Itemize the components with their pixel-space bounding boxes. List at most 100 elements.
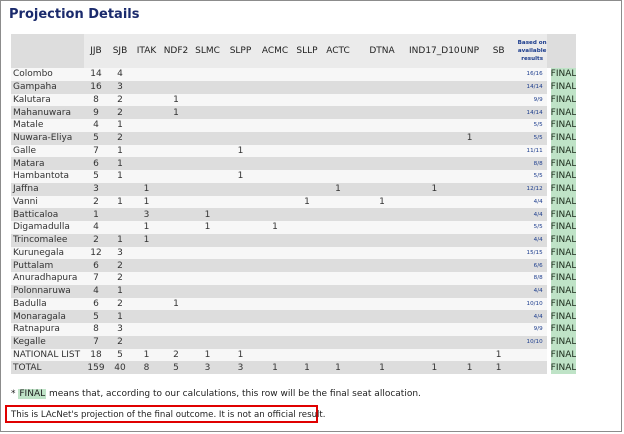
final-badge: FINAL — [546, 119, 577, 132]
seat-count-cell — [321, 106, 355, 119]
final-badge: FINAL — [546, 259, 577, 272]
seat-count-cell — [479, 195, 518, 209]
seat-count-cell — [293, 246, 321, 260]
seat-count-cell — [293, 93, 321, 107]
final-badge: FINAL — [546, 272, 577, 285]
seat-count-cell — [409, 233, 460, 247]
seat-count-cell — [191, 233, 224, 247]
seat-count-cell — [479, 259, 518, 272]
based-on-cell: 16/16 — [517, 68, 547, 81]
seat-count-cell — [132, 80, 161, 94]
seat-count-cell — [355, 259, 409, 272]
seat-count-cell — [161, 272, 191, 285]
district-name: Digamadulla — [11, 221, 84, 234]
column-header: JJB — [84, 34, 108, 68]
seat-count-cell — [459, 233, 480, 247]
seat-count-cell: 1 — [132, 182, 161, 196]
seat-count-cell — [409, 246, 460, 260]
seat-count-cell — [191, 106, 224, 119]
seat-count-cell — [161, 195, 191, 209]
seat-count-cell — [355, 310, 409, 323]
seat-count-cell: 1 — [479, 348, 518, 362]
final-badge: FINAL — [546, 93, 577, 107]
table-row: Kalutara 8 2 1 9/9 FINAL — [11, 93, 577, 107]
seat-count-cell: 3 — [108, 246, 132, 260]
seat-count-cell — [257, 259, 293, 272]
table-row: Kegalle 7 2 10/10 FINAL — [11, 335, 577, 349]
seat-count-cell: 1 — [224, 348, 257, 362]
seat-count-cell: 2 — [108, 93, 132, 107]
seat-count-cell — [161, 246, 191, 260]
seat-count-cell — [459, 246, 480, 260]
seat-count-cell — [459, 195, 480, 209]
district-name: Vanni — [11, 195, 84, 209]
seat-count-cell — [355, 131, 409, 145]
seat-count-cell — [321, 157, 355, 170]
page-title: Projection Details — [9, 7, 140, 22]
seat-count-cell: 1 — [108, 195, 132, 209]
final-badge: FINAL — [546, 80, 577, 94]
seat-count-cell — [161, 259, 191, 272]
seat-count-cell — [321, 297, 355, 311]
seat-count-cell — [409, 272, 460, 285]
seat-count-cell — [409, 323, 460, 336]
seat-count-cell: 1 — [409, 182, 460, 196]
seat-count-cell — [257, 68, 293, 81]
district-name: Ratnapura — [11, 323, 84, 336]
seat-count-cell: 7 — [84, 272, 108, 285]
seat-count-cell — [161, 208, 191, 221]
seat-count-cell — [257, 310, 293, 323]
disclaimer-box: This is LAcNet's projection of the final… — [5, 405, 326, 423]
seat-count-cell: 1 — [321, 361, 355, 374]
projection-table: JJB SJB ITAK NDF2 SLMC SLPP ACMC SLLP ACTC DTNA IN… — [11, 34, 577, 374]
seat-count-cell: 4 — [108, 68, 132, 81]
seat-count-cell: 3 — [132, 208, 161, 221]
seat-count-cell — [224, 131, 257, 145]
seat-count-cell: 5 — [84, 310, 108, 323]
final-footnote: * FINAL means that, according to our cal… — [11, 389, 421, 399]
seat-count-cell — [257, 144, 293, 158]
seat-count-cell — [479, 170, 518, 183]
seat-count-cell — [459, 208, 480, 221]
table-row: Matara 6 1 8/8 FINAL — [11, 157, 577, 170]
seat-count-cell — [321, 131, 355, 145]
based-on-cell: 15/15 — [517, 246, 547, 260]
district-name: Colombo — [11, 68, 84, 81]
seat-count-cell: 2 — [108, 131, 132, 145]
seat-count-cell: 2 — [108, 335, 132, 349]
table-header-row: JJB SJB ITAK NDF2 SLMC SLPP ACMC SLLP ACTC DTNA IN… — [11, 34, 577, 68]
table-row: Polonnaruwa 4 1 4/4 FINAL — [11, 284, 577, 298]
seat-count-cell: 1 — [293, 195, 321, 209]
seat-count-cell — [191, 272, 224, 285]
seat-count-cell — [132, 106, 161, 119]
seat-count-cell — [293, 335, 321, 349]
seat-count-cell — [293, 131, 321, 145]
seat-count-cell: 9 — [84, 106, 108, 119]
seat-count-cell — [355, 297, 409, 311]
seat-count-cell — [257, 348, 293, 362]
seat-count-cell — [321, 195, 355, 209]
seat-count-cell — [257, 182, 293, 196]
seat-count-cell: 1 — [409, 361, 460, 374]
seat-count-cell — [257, 119, 293, 132]
seat-count-cell: 1 — [355, 195, 409, 209]
seat-count-cell: 3 — [108, 80, 132, 94]
seat-count-cell — [293, 170, 321, 183]
column-header: DTNA — [355, 34, 409, 68]
seat-count-cell — [161, 221, 191, 234]
seat-count-cell: 8 — [84, 323, 108, 336]
district-name: Matale — [11, 119, 84, 132]
seat-count-cell — [355, 208, 409, 221]
seat-count-cell — [161, 233, 191, 247]
seat-count-cell — [224, 297, 257, 311]
seat-count-cell — [132, 144, 161, 158]
final-badge: FINAL — [546, 233, 577, 247]
seat-count-cell — [132, 310, 161, 323]
seat-count-cell: 1 — [132, 348, 161, 362]
district-name: Nuwara-Eliya — [11, 131, 84, 145]
column-header: SLLP — [293, 34, 321, 68]
final-badge: FINAL — [546, 157, 577, 170]
seat-count-cell: 6 — [84, 297, 108, 311]
seat-count-cell: 5 — [161, 361, 191, 374]
seat-count-cell — [355, 157, 409, 170]
